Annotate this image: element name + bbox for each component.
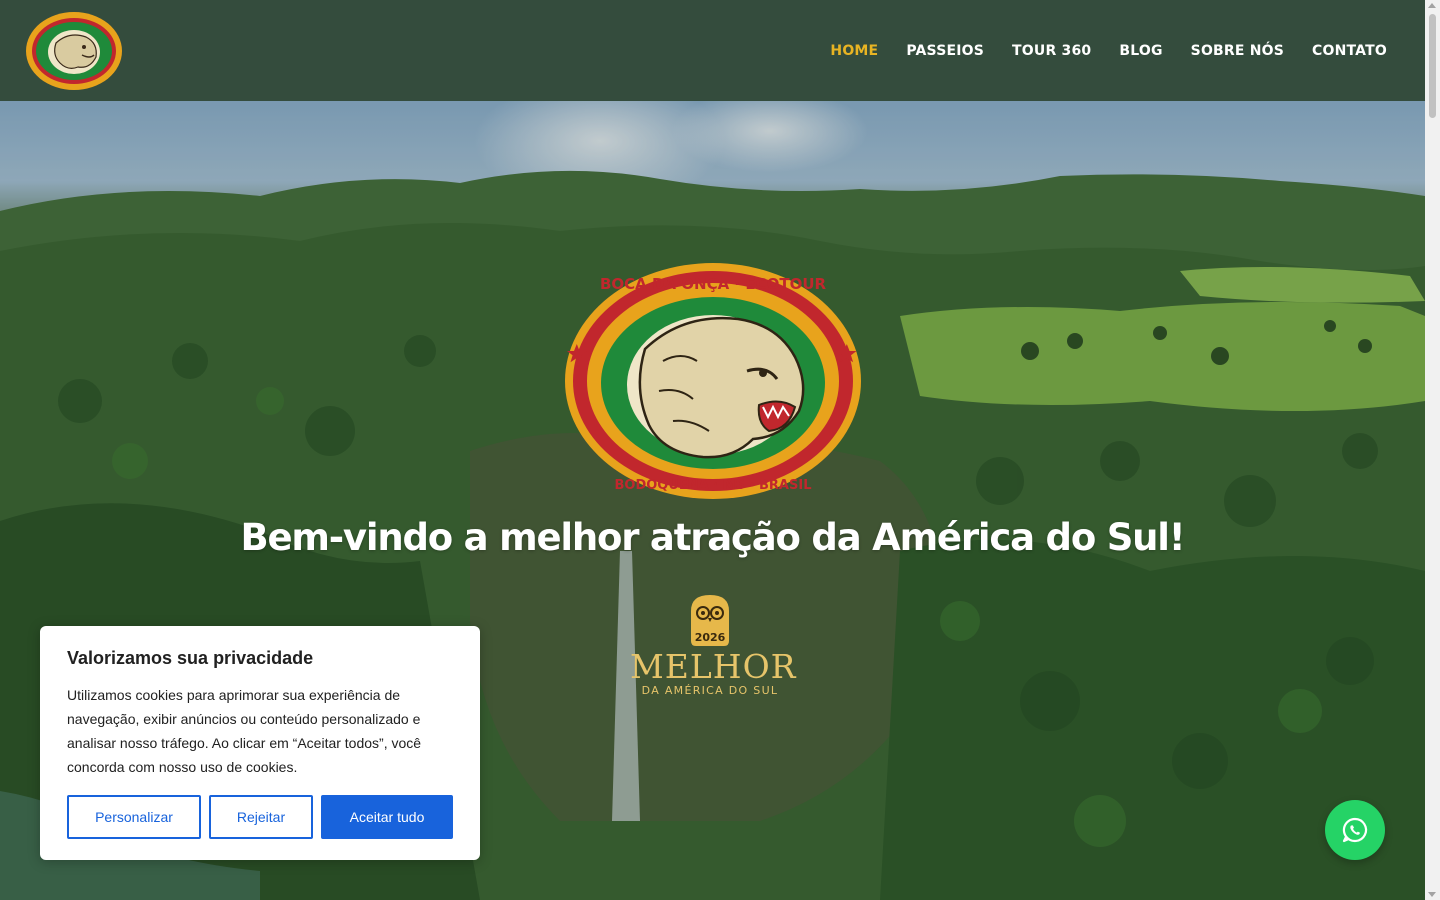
hero-headline: Bem-vindo a melhor atração da América do… xyxy=(240,516,1186,559)
cookie-title: Valorizamos sua privacidade xyxy=(67,648,314,668)
whatsapp-button[interactable] xyxy=(1325,800,1385,860)
cookie-actions: Personalizar Rejeitar Aceitar tudo xyxy=(67,795,453,839)
hero-brand-emblem: BOCA DA ONÇA · ECOTOUR BODOQUENA · MS · … xyxy=(565,263,861,499)
brand-logo[interactable] xyxy=(24,11,124,91)
award-title: MELHOR xyxy=(630,647,797,686)
cookie-description: Utilizamos cookies para aprimorar sua ex… xyxy=(67,687,422,775)
svg-text:BOCA DA ONÇA · ECOTOUR: BOCA DA ONÇA · ECOTOUR xyxy=(600,275,827,293)
scroll-up-arrow-icon[interactable] xyxy=(1428,3,1436,8)
award-badge: 2026 MELHOR DA AMÉRICA DO SUL xyxy=(630,593,797,703)
award-subtitle: DA AMÉRICA DO SUL xyxy=(641,684,779,697)
owl-award-icon: 2026 xyxy=(691,595,729,646)
whatsapp-icon xyxy=(1342,817,1368,843)
svg-text:2026: 2026 xyxy=(695,631,726,644)
scroll-down-arrow-icon[interactable] xyxy=(1428,892,1436,897)
nav-home[interactable]: HOME xyxy=(830,43,878,59)
site-header: HOME PASSEIOS TOUR 360 BLOG SOBRE NÓS CO… xyxy=(0,0,1425,101)
nav-sobre-nos[interactable]: SOBRE NÓS xyxy=(1191,43,1284,59)
reject-button[interactable]: Rejeitar xyxy=(209,795,313,839)
svg-text:BODOQUENA · MS · BRASIL: BODOQUENA · MS · BRASIL xyxy=(615,478,812,493)
customize-button[interactable]: Personalizar xyxy=(67,795,201,839)
nav-contato[interactable]: CONTATO xyxy=(1312,43,1387,59)
page-scrollbar[interactable] xyxy=(1425,0,1440,900)
nav-blog[interactable]: BLOG xyxy=(1119,43,1162,59)
accept-all-button[interactable]: Aceitar tudo xyxy=(321,795,453,839)
cookie-consent-banner: Valorizamos sua privacidade Utilizamos c… xyxy=(40,626,480,860)
scroll-thumb[interactable] xyxy=(1429,14,1436,118)
nav-tour-360[interactable]: TOUR 360 xyxy=(1012,43,1091,59)
main-nav: HOME PASSEIOS TOUR 360 BLOG SOBRE NÓS CO… xyxy=(802,43,1387,59)
nav-passeios[interactable]: PASSEIOS xyxy=(906,43,984,59)
